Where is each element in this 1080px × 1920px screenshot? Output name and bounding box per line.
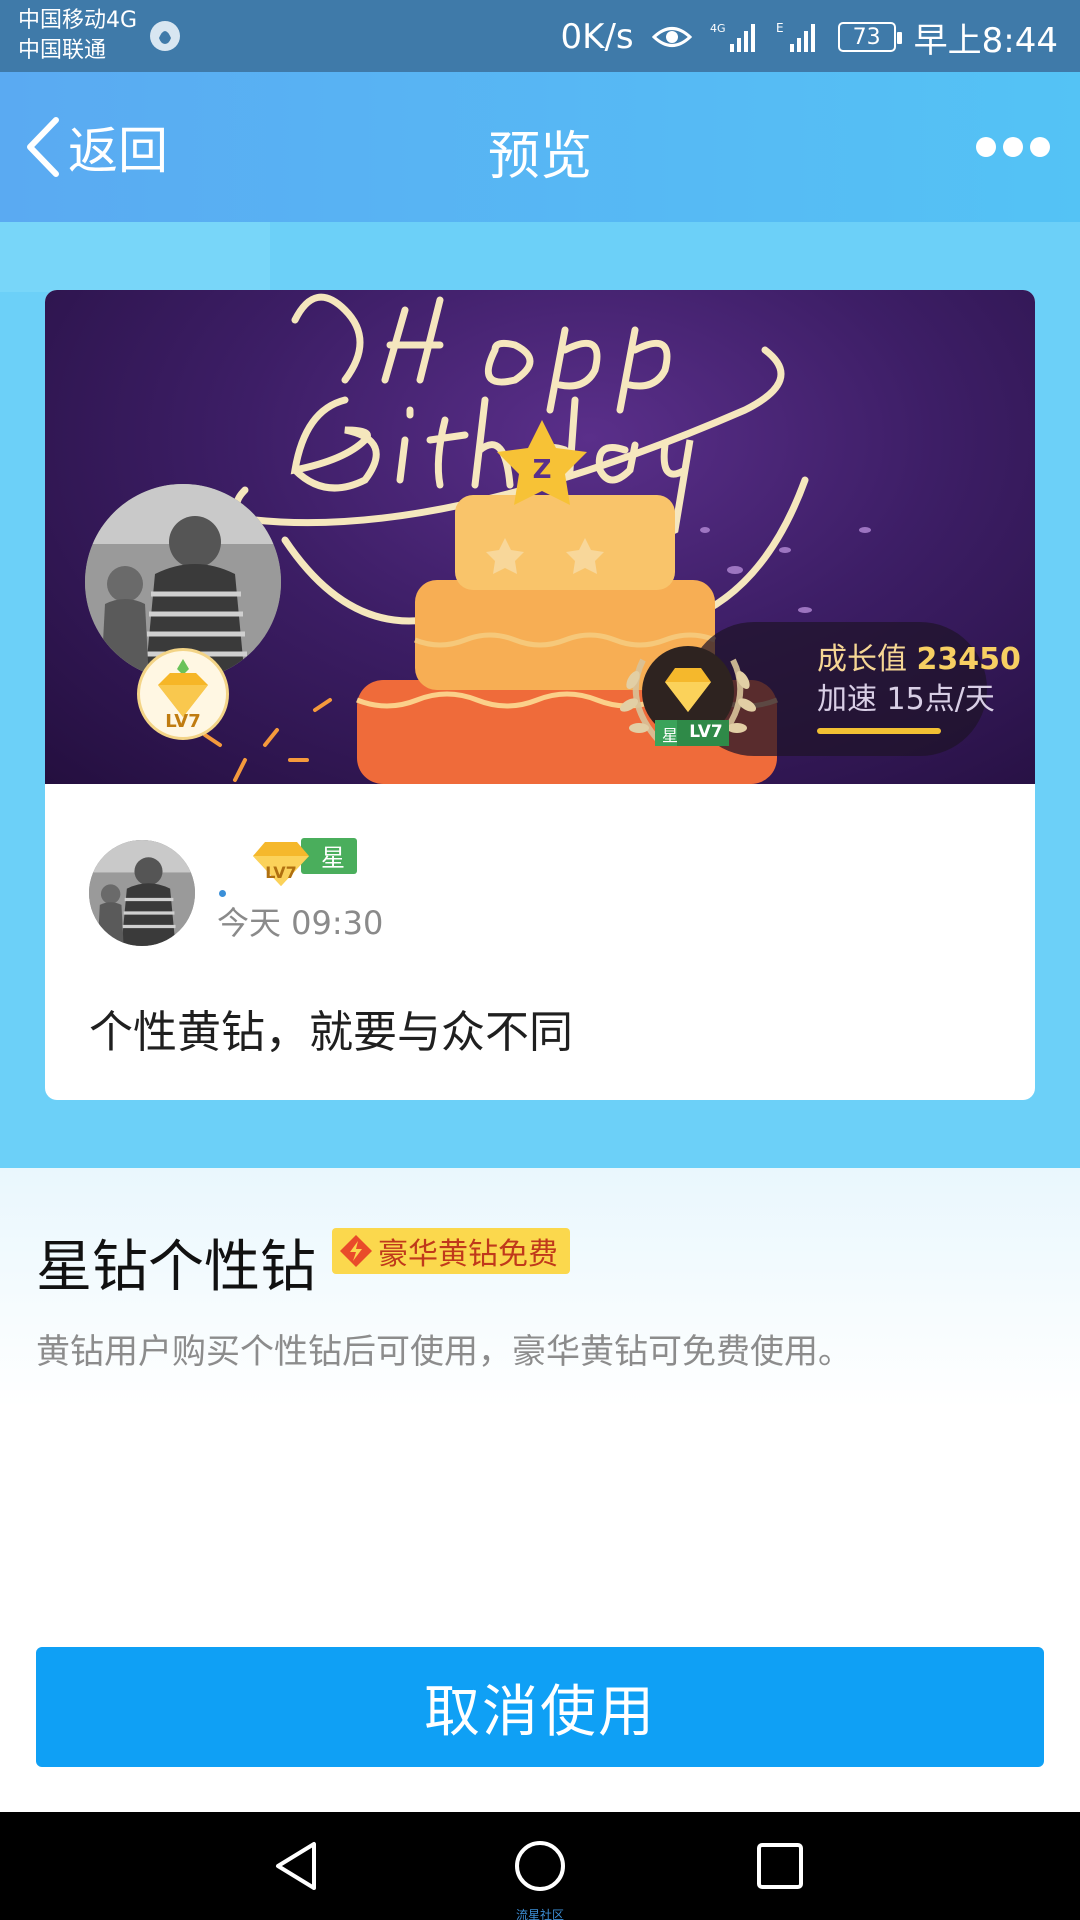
- svg-text:E: E: [776, 21, 784, 35]
- svg-text:星: 星: [321, 844, 345, 872]
- eye-icon: [651, 27, 692, 47]
- cancel-use-button[interactable]: 取消使用: [36, 1647, 1044, 1767]
- carrier-info: 中国移动4G 中国联通: [18, 6, 137, 66]
- svg-text:Z: Z: [533, 455, 552, 485]
- carrier-2: 中国联通: [18, 38, 107, 63]
- system-nav-bar: 流星社区: [0, 1812, 1080, 1920]
- signal-icon-e: E: [776, 21, 815, 52]
- page-title: 预览: [487, 127, 592, 187]
- info-section: 星钻个性钻 豪华黄钻免费 黄钻用户购买个性钻后可使用，豪华黄钻可免费使用。: [0, 1168, 1080, 1408]
- net-speed: 0K/s: [560, 17, 634, 57]
- promo-badge: 豪华黄钻免费: [332, 1228, 570, 1274]
- badge-star-label: 星: [661, 726, 678, 745]
- level-badge-icon: LV7: [137, 648, 229, 740]
- post-text: 个性黄钻，就要与众不同: [89, 1007, 573, 1058]
- status-bar: 中国移动4G 中国联通 0K/s 4G E 73 早上8:44: [0, 0, 1080, 72]
- post-time: 今天 09:30: [217, 904, 384, 942]
- growth-info: 星 LV7 成长值 23450 加速 15点/天: [603, 610, 1035, 756]
- qq-icon: [150, 21, 180, 51]
- preview-area: Z LV7 星 LV7 成长值 23450 加速 15点/天 星 LV7 今天 …: [0, 222, 1080, 1168]
- post-avatar: [89, 840, 195, 946]
- nav-bar: 返回 预览: [0, 72, 1080, 222]
- svg-text:4G: 4G: [710, 22, 726, 35]
- birthday-banner: Z LV7 星 LV7 成长值 23450 加速 15点/天: [45, 290, 1035, 784]
- more-icon[interactable]: [976, 134, 1050, 160]
- growth-speed: 加速 15点/天: [817, 682, 995, 717]
- preview-card: Z LV7 星 LV7 成长值 23450 加速 15点/天 星 LV7 今天 …: [45, 290, 1035, 1100]
- bolt-icon: [340, 1235, 372, 1267]
- badge-level-label: LV7: [689, 722, 723, 742]
- growth-label: 成长值: [817, 642, 907, 677]
- signal-icon-4g: 4G: [710, 22, 755, 52]
- status-indicators: 0K/s 4G E 73 早上8:44: [561, 12, 1058, 62]
- nav-home-icon[interactable]: [512, 1838, 568, 1894]
- nav-recent-icon[interactable]: [752, 1838, 808, 1894]
- svg-text:LV7: LV7: [265, 863, 297, 882]
- growth-progress-bar: [817, 728, 941, 734]
- info-description: 黄钻用户购买个性钻后可使用，豪华黄钻可免费使用。: [36, 1332, 852, 1372]
- carrier-1: 中国移动4G: [18, 8, 138, 33]
- watermark: 流星社区: [515, 1908, 564, 1920]
- clock: 早上8:44: [913, 20, 1058, 61]
- growth-value: 23450: [916, 642, 1021, 677]
- promo-label: 豪华黄钻免费: [378, 1237, 558, 1272]
- battery-icon: 73: [837, 22, 902, 52]
- nav-back-icon[interactable]: [270, 1838, 326, 1894]
- username-dot: [219, 890, 226, 897]
- info-title: 星钻个性钻: [36, 1235, 316, 1300]
- svg-text:LV7: LV7: [165, 711, 200, 732]
- diamond-icon: 星 LV7: [253, 838, 357, 886]
